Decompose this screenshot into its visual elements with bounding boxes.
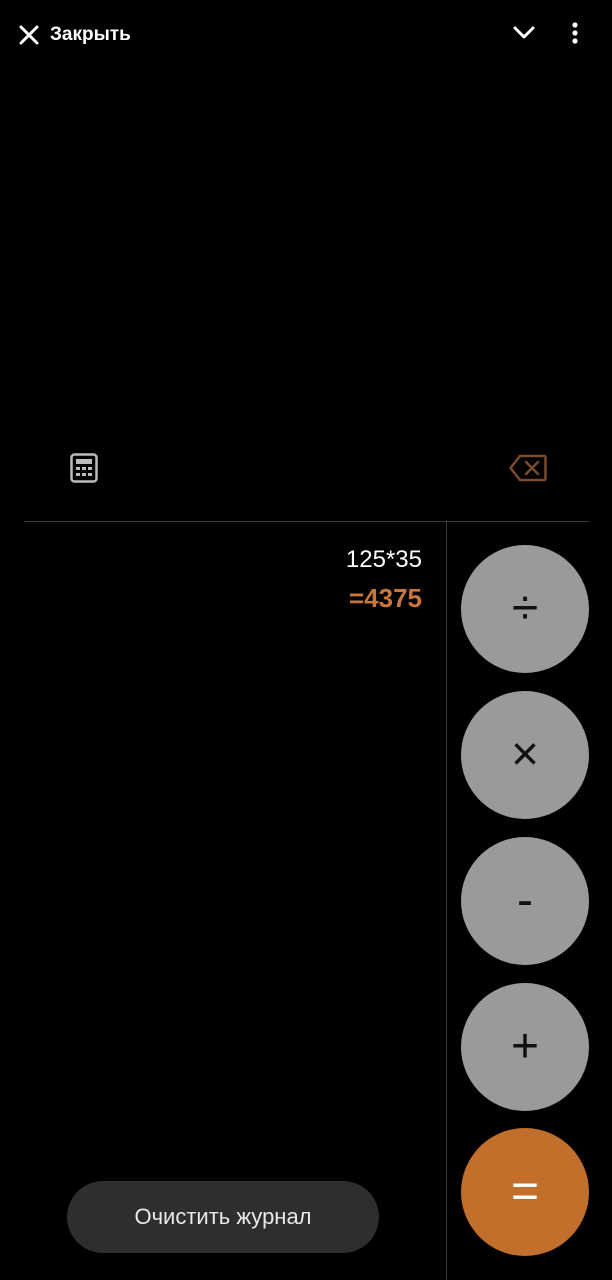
top-bar: Закрыть: [0, 0, 612, 70]
equals-label: =: [510, 1165, 540, 1218]
multiply-button[interactable]: ×: [461, 691, 589, 819]
chevron-down-icon: [512, 25, 536, 46]
equals-button[interactable]: =: [461, 1128, 589, 1256]
collapse-button[interactable]: [506, 18, 542, 52]
more-vertical-icon: [571, 21, 579, 50]
minus-label: -: [517, 874, 533, 927]
calculator-icon: [70, 452, 98, 488]
close-icon: [18, 24, 40, 46]
close-button[interactable]: Закрыть: [18, 18, 131, 52]
divide-label: ÷: [511, 582, 539, 635]
history-result[interactable]: =4375: [24, 580, 422, 616]
plus-button[interactable]: +: [461, 983, 589, 1111]
backspace-button[interactable]: [504, 448, 552, 492]
minus-button[interactable]: -: [461, 837, 589, 965]
close-label: Закрыть: [50, 24, 131, 45]
history-panel: 125*35 =4375: [24, 540, 422, 616]
clear-history-button[interactable]: Очистить журнал: [67, 1181, 379, 1253]
calculator-mode-button[interactable]: [62, 448, 106, 492]
divide-button[interactable]: ÷: [461, 545, 589, 673]
multiply-label: ×: [510, 728, 540, 781]
backspace-icon: [509, 454, 547, 487]
horizontal-divider: [24, 521, 589, 522]
more-options-button[interactable]: [560, 18, 590, 52]
history-expression[interactable]: 125*35: [24, 540, 422, 580]
vertical-divider: [446, 522, 447, 1280]
plus-label: +: [510, 1020, 540, 1073]
